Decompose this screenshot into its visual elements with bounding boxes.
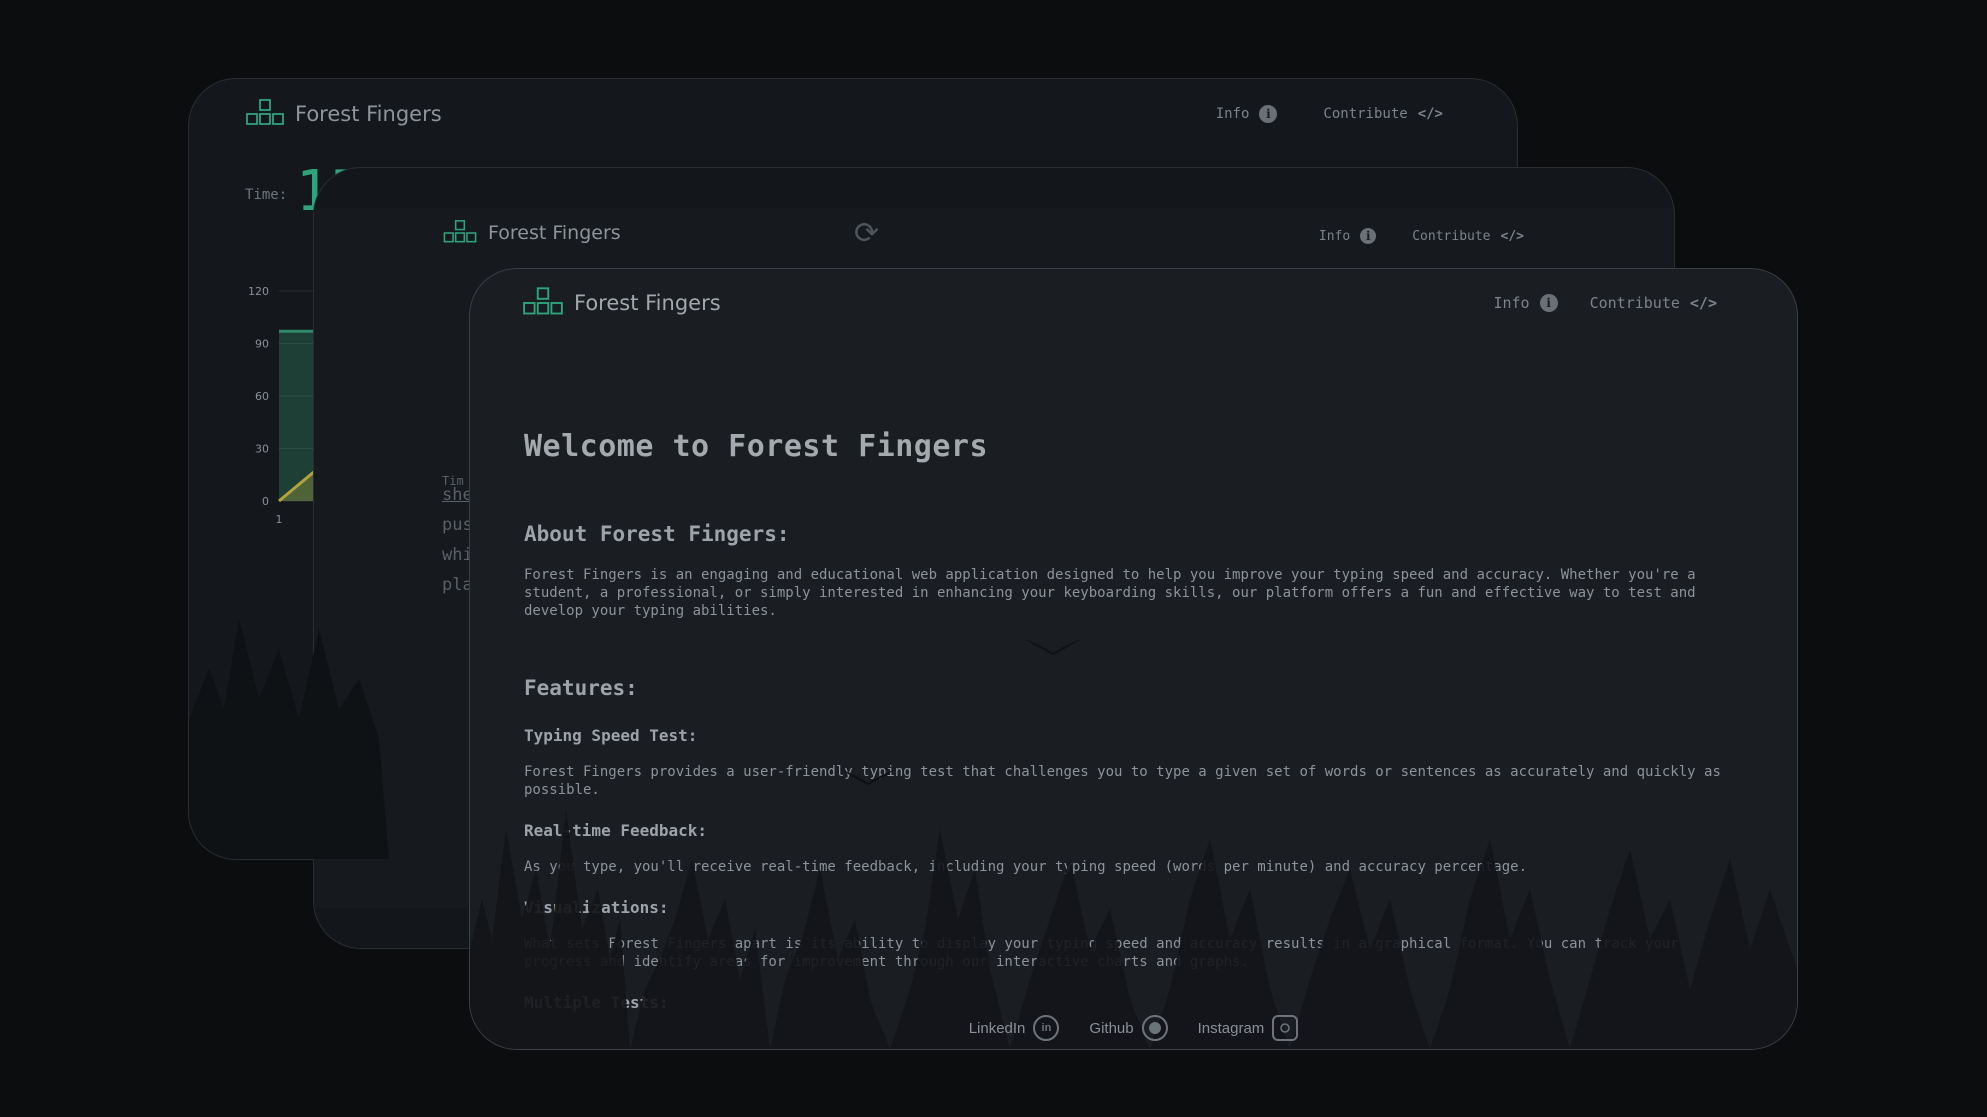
welcome-window: Forest Fingers Info i Contribute </> Wel… — [469, 268, 1798, 1050]
x-tick-label: 1 — [276, 513, 283, 526]
top-nav: Info i Contribute </> — [1216, 105, 1443, 123]
about-text: Forest Fingers is an engaging and educat… — [524, 567, 1696, 619]
top-nav: Info i Contribute </> — [1493, 294, 1717, 312]
nav-contribute-link[interactable]: Contribute — [1590, 294, 1680, 312]
keyboard-keys-icon — [523, 287, 563, 315]
brand-name: Forest Fingers — [295, 102, 442, 126]
keyboard-keys-icon — [246, 99, 284, 125]
linkedin-icon: in — [1033, 1015, 1060, 1041]
y-tick-label: 60 — [255, 390, 269, 403]
top-nav: Info i Contribute </> — [1319, 228, 1524, 244]
nav-info-link[interactable]: Info — [1216, 106, 1250, 122]
linkedin-link[interactable]: LinkedIn in — [969, 1015, 1060, 1041]
bird-silhouette — [1025, 639, 1081, 655]
y-tick-label: 0 — [262, 495, 269, 508]
nav-contribute-link[interactable]: Contribute — [1323, 106, 1407, 122]
footer-links: LinkedIn in Github Instagram — [470, 1015, 1797, 1041]
nav-info-link[interactable]: Info — [1319, 229, 1350, 244]
y-tick-label: 120 — [248, 285, 269, 298]
instagram-label: Instagram — [1197, 1019, 1265, 1037]
app-logo[interactable]: Forest Fingers — [245, 99, 442, 129]
brand-name: Forest Fingers — [574, 291, 721, 315]
y-tick-label: 30 — [255, 443, 269, 456]
info-icon[interactable]: i — [1539, 294, 1558, 312]
brand-name: Forest Fingers — [488, 222, 621, 244]
info-icon[interactable]: i — [1360, 228, 1377, 244]
app-logo[interactable]: Forest Fingers — [522, 287, 721, 319]
time-label: Time: — [245, 187, 288, 203]
github-label: Github — [1089, 1019, 1134, 1037]
feature-feedback-heading: Real-time Feedback: — [524, 821, 708, 840]
github-icon — [1141, 1015, 1168, 1041]
nav-info-link[interactable]: Info — [1493, 294, 1529, 312]
bird-silhouette — [840, 769, 896, 785]
feature-visualizations-text: What sets Forest Fingers apart is its ab… — [524, 936, 1679, 970]
feature-typing-test-text: Forest Fingers provides a user-friendly … — [524, 764, 1721, 798]
nav-contribute-link[interactable]: Contribute — [1412, 229, 1490, 244]
feature-feedback-text: As you type, you'll receive real-time fe… — [524, 859, 1528, 875]
github-link[interactable]: Github — [1089, 1015, 1168, 1041]
restart-icon[interactable]: ⟳ — [854, 216, 879, 251]
instagram-icon — [1272, 1015, 1299, 1041]
keyboard-keys-icon — [443, 220, 477, 243]
about-heading: About Forest Fingers: — [524, 522, 790, 546]
code-icon[interactable]: </> — [1501, 229, 1524, 244]
y-tick-label: 90 — [255, 338, 269, 351]
welcome-content: Welcome to Forest Fingers About Forest F… — [524, 429, 1754, 1012]
page-title: Welcome to Forest Fingers — [524, 429, 989, 464]
features-heading: Features: — [524, 676, 638, 700]
linkedin-label: LinkedIn — [968, 1019, 1026, 1037]
code-icon[interactable]: </> — [1418, 106, 1443, 122]
feature-multiple-tests-heading: Multiple Tests: — [524, 993, 669, 1012]
code-icon[interactable]: </> — [1690, 294, 1717, 312]
feature-visualizations-heading: Visualizations: — [524, 898, 669, 917]
instagram-link[interactable]: Instagram — [1198, 1015, 1299, 1041]
app-logo[interactable]: Forest Fingers — [442, 220, 621, 246]
partial-axis-label: Tim — [442, 474, 464, 488]
feature-typing-test-heading: Typing Speed Test: — [524, 726, 698, 745]
info-icon[interactable]: i — [1259, 105, 1278, 123]
